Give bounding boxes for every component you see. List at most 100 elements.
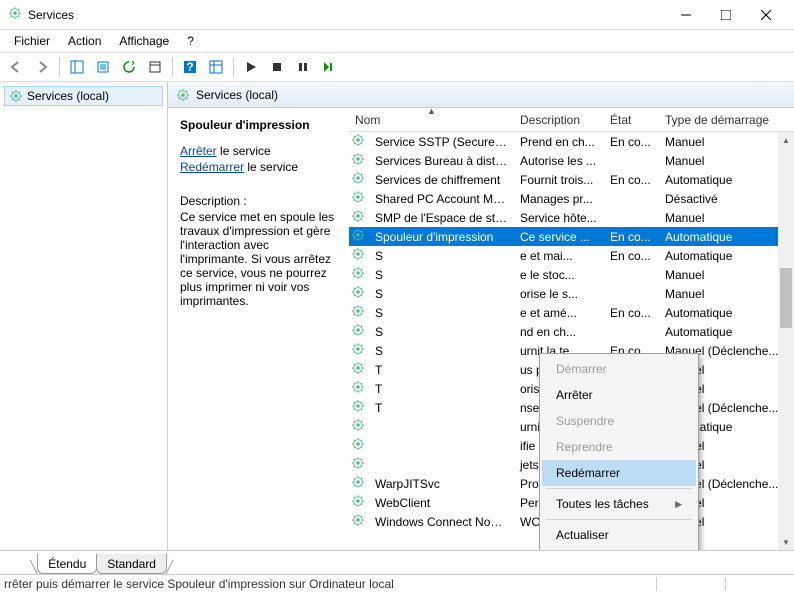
tree-pane: Services (local)	[0, 82, 168, 550]
cell-name: Windows Connect Now - R...	[369, 515, 514, 529]
scroll-up-icon[interactable]: ▲	[778, 132, 794, 148]
forward-button[interactable]	[30, 55, 54, 79]
restart-link[interactable]: Redémarrer	[180, 160, 244, 174]
sort-ascending-icon: ▲	[427, 108, 436, 116]
service-icon	[351, 342, 369, 359]
service-row[interactable]: SMP de l'Espace de stockag...Service hôt…	[349, 208, 794, 227]
ctx-restart[interactable]: Redémarrer	[542, 460, 696, 486]
show-hide-tree-button[interactable]	[65, 55, 89, 79]
cell-desc: Ce service ...	[514, 230, 604, 244]
menu-view[interactable]: Affichage	[111, 32, 177, 50]
service-icon	[351, 475, 369, 492]
cell-name: T	[369, 363, 514, 377]
help-button[interactable]: ?	[178, 55, 202, 79]
cell-name: T	[369, 401, 514, 415]
cell-startup: Automatique	[659, 249, 794, 263]
window-title: Services	[28, 8, 666, 22]
cell-name: S	[369, 325, 514, 339]
ctx-start[interactable]: Démarrer	[542, 356, 696, 382]
column-headers: Nom▲ Description État Type de démarrage	[349, 108, 794, 132]
context-menu: Démarrer Arrêter Suspendre Reprendre Red…	[539, 353, 699, 550]
cell-status: En co...	[604, 306, 659, 320]
cell-startup: Manuel	[659, 135, 794, 149]
tab-extended[interactable]: Étendu	[37, 554, 97, 574]
cell-startup: Manuel	[659, 287, 794, 301]
column-name[interactable]: Nom▲	[349, 109, 514, 131]
service-row[interactable]: Service SSTP (Secure Socket...Prend en c…	[349, 132, 794, 151]
service-icon	[351, 418, 369, 435]
cell-desc: Fournit trois...	[514, 173, 604, 187]
restart-service-button[interactable]	[317, 55, 341, 79]
pause-service-button[interactable]	[291, 55, 315, 79]
cell-name: S	[369, 287, 514, 301]
description-label: Description :	[180, 194, 337, 208]
service-icon	[351, 456, 369, 473]
cell-startup: Manuel	[659, 154, 794, 168]
service-row[interactable]: Sorise le s...Manuel	[349, 284, 794, 303]
stop-service-button[interactable]	[265, 55, 289, 79]
cell-desc: nd en ch...	[514, 325, 604, 339]
service-row[interactable]: Spouleur d'impressionCe service ...En co…	[349, 227, 794, 246]
service-row[interactable]: Se et mai...En co...Automatique	[349, 246, 794, 265]
status-bar: rrêter puis démarrer le service Spouleur…	[0, 574, 794, 592]
service-row[interactable]: Services de chiffrementFournit trois...E…	[349, 170, 794, 189]
menu-action[interactable]: Action	[60, 32, 109, 50]
cell-startup: Automatique	[659, 306, 794, 320]
refresh-button[interactable]	[117, 55, 141, 79]
back-button[interactable]	[4, 55, 28, 79]
service-row[interactable]: Shared PC Account ManagerManages pr...Dé…	[349, 189, 794, 208]
ctx-resume[interactable]: Reprendre	[542, 434, 696, 460]
svg-text:?: ?	[186, 60, 193, 74]
service-icon	[351, 304, 369, 321]
tab-standard[interactable]: Standard	[96, 554, 167, 574]
ctx-all-tasks[interactable]: Toutes les tâches▶	[542, 491, 696, 517]
column-startup[interactable]: Type de démarrage	[659, 109, 794, 131]
service-icon	[351, 285, 369, 302]
service-row[interactable]: Se le stoc...Manuel	[349, 265, 794, 284]
titlebar: Services	[0, 0, 794, 30]
toolbar: ?	[0, 52, 794, 82]
cell-name: Service SSTP (Secure Socket...	[369, 135, 514, 149]
menu-help[interactable]: ?	[179, 32, 202, 50]
vertical-scrollbar[interactable]: ▲ ▼	[778, 132, 794, 550]
column-status[interactable]: État	[604, 109, 659, 131]
service-icon	[351, 209, 369, 226]
columns-button[interactable]	[204, 55, 228, 79]
cell-status: En co...	[604, 173, 659, 187]
service-icon	[351, 171, 369, 188]
cell-desc: Service hôte...	[514, 211, 604, 225]
service-icon	[351, 266, 369, 283]
service-icon	[351, 133, 369, 150]
menu-file[interactable]: Fichier	[6, 32, 58, 50]
service-icon	[351, 380, 369, 397]
start-service-button[interactable]	[239, 55, 263, 79]
cell-name: WarpJITSvc	[369, 477, 514, 491]
scroll-thumb[interactable]	[780, 268, 792, 328]
service-row[interactable]: Se et amé...En co...Automatique	[349, 303, 794, 322]
service-row[interactable]: Snd en ch...Automatique	[349, 322, 794, 341]
ctx-stop[interactable]: Arrêter	[542, 382, 696, 408]
column-description[interactable]: Description	[514, 109, 604, 131]
maximize-button[interactable]	[706, 1, 746, 29]
stop-link[interactable]: Arrêter	[180, 144, 217, 158]
detail-pane: Spouleur d'impression Arrêter le service…	[168, 108, 349, 550]
cell-desc: Manages pr...	[514, 192, 604, 206]
ctx-suspend[interactable]: Suspendre	[542, 408, 696, 434]
service-icon	[351, 247, 369, 264]
service-icon	[351, 361, 369, 378]
cell-name: WebClient	[369, 496, 514, 510]
close-button[interactable]	[746, 1, 786, 29]
selected-service-name: Spouleur d'impression	[180, 118, 337, 132]
export-button[interactable]	[91, 55, 115, 79]
scroll-down-icon[interactable]: ▼	[778, 534, 794, 550]
ctx-refresh[interactable]: Actualiser	[542, 522, 696, 548]
minimize-button[interactable]	[666, 1, 706, 29]
cell-desc: Prend en ch...	[514, 135, 604, 149]
service-row[interactable]: Services Bureau à distanceAutorise les .…	[349, 151, 794, 170]
cell-startup: Automatique	[659, 230, 794, 244]
description-text: Ce service met en spoule les travaux d'i…	[180, 210, 337, 308]
cell-name: T	[369, 382, 514, 396]
service-icon	[351, 494, 369, 511]
tree-root-services[interactable]: Services (local)	[4, 86, 163, 106]
properties-button[interactable]	[143, 55, 167, 79]
